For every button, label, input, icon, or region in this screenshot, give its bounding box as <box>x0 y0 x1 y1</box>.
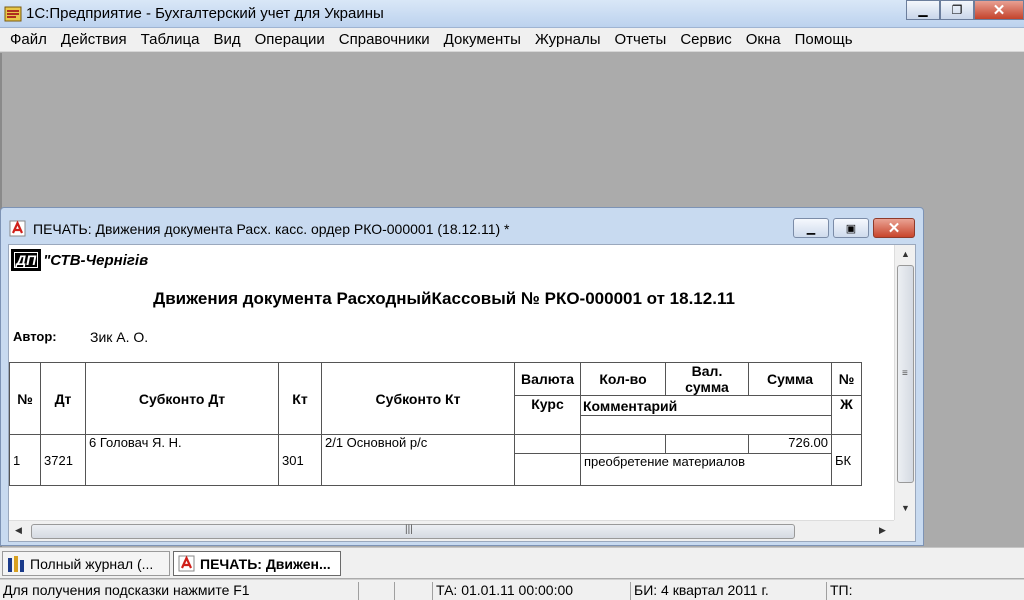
report-title: Движения документа РасходныйКассовый № Р… <box>153 289 735 308</box>
menu-table[interactable]: Таблица <box>134 31 207 48</box>
print-document-icon <box>178 555 195 572</box>
app-icon <box>4 6 22 22</box>
organization-header: ДП "СТВ-Чернігів <box>11 249 148 271</box>
header-subconto-dt: Субконто Дт <box>85 362 279 435</box>
status-tp: ТП: <box>826 582 1024 600</box>
cell-sum: 726.00 <box>748 434 832 454</box>
print-window-title-bar[interactable]: ПЕЧАТЬ: Движения документа Расх. касс. о… <box>1 208 923 244</box>
header-empty <box>580 415 832 435</box>
close-button[interactable]: ✕ <box>974 0 1024 20</box>
header-qty: Кол-во <box>580 362 666 396</box>
menu-windows[interactable]: Окна <box>739 31 788 48</box>
status-bar: Для получения подсказки нажмите F1 ТА: 0… <box>0 579 1024 600</box>
menu-bar: Файл Действия Таблица Вид Операции Справ… <box>0 28 1024 52</box>
window-tab-label: Полный журнал (... <box>30 555 154 572</box>
scroll-corner <box>894 520 915 541</box>
window-tab-label: ПЕЧАТЬ: Движен... <box>200 555 331 572</box>
header-dt: Дт <box>40 362 86 435</box>
author-label: Автор: <box>13 329 57 344</box>
grip-icon: ||| <box>405 524 413 535</box>
window-tab-journal[interactable]: Полный журнал (... <box>2 551 170 576</box>
scroll-up-icon[interactable]: ▲ <box>901 249 910 259</box>
horizontal-scroll-thumb[interactable]: ||| <box>31 524 795 539</box>
scroll-right-icon[interactable]: ▶ <box>879 525 886 536</box>
app-title-bar: 1С:Предприятие - Бухгалтерский учет для … <box>0 0 1024 28</box>
cell-rate <box>514 453 581 486</box>
cell-kt: 301 <box>278 434 322 486</box>
header-sum: Сумма <box>748 362 832 396</box>
journal-icon <box>8 555 24 572</box>
header-journal: Ж <box>831 395 862 435</box>
status-hint: Для получения подсказки нажмите F1 <box>3 582 250 598</box>
menu-operations[interactable]: Операции <box>248 31 332 48</box>
vertical-scroll-thumb[interactable]: ≡ <box>897 265 914 483</box>
menu-journals[interactable]: Журналы <box>528 31 608 48</box>
cell-dt: 3721 <box>40 434 86 486</box>
org-name: "СТВ-Чернігів <box>43 251 149 269</box>
horizontal-scrollbar[interactable]: ◀ ||| ▶ <box>9 520 894 541</box>
status-empty-2 <box>394 582 432 600</box>
movements-table: № Дт Субконто Дт Кт Субконто Кт Валюта К… <box>9 362 862 486</box>
minimize-button[interactable]: ▁ <box>906 0 940 20</box>
cell-subconto-dt: 6 Головач Я. Н. <box>85 434 279 486</box>
child-minimize-button[interactable]: ▁ <box>793 218 829 238</box>
app-window-controls: ▁ ❐ ✕ <box>906 0 1024 22</box>
status-bi: БИ: 4 квартал 2011 г. <box>630 582 826 600</box>
menu-documents[interactable]: Документы <box>437 31 528 48</box>
cell-num: 1 <box>9 434 41 486</box>
menu-view[interactable]: Вид <box>206 31 247 48</box>
header-cur-sum: Вал. сумма <box>665 362 749 396</box>
header-rate: Курс <box>514 395 581 435</box>
cell-comment: преобретение материалов <box>580 453 832 486</box>
cell-qty <box>580 434 666 454</box>
author-value: Зик А. О. <box>90 329 149 345</box>
header-journal-num: № <box>831 362 862 396</box>
report-sheet[interactable]: ДП "СТВ-Чернігів Движения документа Расх… <box>8 244 916 542</box>
child-close-button[interactable]: ✕ <box>873 218 915 238</box>
status-empty-1 <box>358 582 394 600</box>
vertical-scrollbar[interactable]: ▲ ≡ ▼ <box>894 245 915 520</box>
window-tab-print[interactable]: ПЕЧАТЬ: Движен... <box>173 551 341 576</box>
cell-currency <box>514 434 581 454</box>
cell-cur-sum <box>665 434 749 454</box>
header-comment: Комментарий <box>580 395 832 416</box>
header-currency: Валюта <box>514 362 581 396</box>
menu-file[interactable]: Файл <box>3 31 54 48</box>
menu-references[interactable]: Справочники <box>332 31 437 48</box>
menu-reports[interactable]: Отчеты <box>607 31 673 48</box>
cell-subconto-kt: 2/1 Основной р/с <box>321 434 515 486</box>
app-title: 1С:Предприятие - Бухгалтерский учет для … <box>26 5 384 22</box>
menu-service[interactable]: Сервис <box>673 31 738 48</box>
table-row: 1 3721 6 Головач Я. Н. 301 2/1 Основной … <box>9 434 862 486</box>
cell-journal: БК <box>831 434 862 486</box>
grip-icon: ≡ <box>902 368 908 379</box>
header-num: № <box>9 362 41 435</box>
print-document-icon <box>9 220 26 237</box>
org-logo: ДП <box>11 249 42 271</box>
maximize-button[interactable]: ❐ <box>940 0 974 20</box>
menu-help[interactable]: Помощь <box>788 31 860 48</box>
print-window: ПЕЧАТЬ: Движения документа Расх. касс. о… <box>0 207 924 546</box>
header-kt: Кт <box>278 362 322 435</box>
print-window-controls: ▁ ▣ ✕ <box>793 218 915 238</box>
status-ta: ТА: 01.01.11 00:00:00 <box>432 582 630 600</box>
menu-actions[interactable]: Действия <box>54 31 134 48</box>
header-subconto-kt: Субконто Кт <box>321 362 515 435</box>
child-maximize-button[interactable]: ▣ <box>833 218 869 238</box>
print-window-title: ПЕЧАТЬ: Движения документа Расх. касс. о… <box>33 221 510 237</box>
scroll-left-icon[interactable]: ◀ <box>15 525 22 536</box>
window-bar: Полный журнал (... ПЕЧАТЬ: Движен... <box>0 547 1024 578</box>
scroll-down-icon[interactable]: ▼ <box>901 503 910 513</box>
